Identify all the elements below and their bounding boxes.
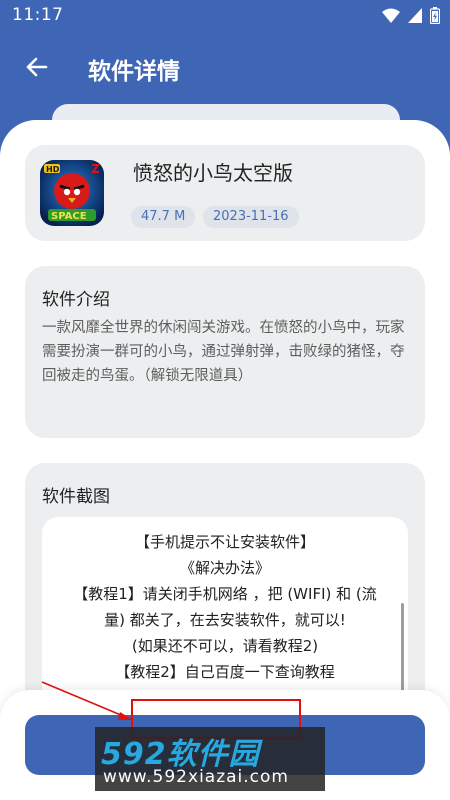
screenshots-title: 软件截图	[42, 487, 110, 507]
status-bar: 11:17	[0, 0, 450, 32]
screenshot-scrollbar[interactable]	[401, 603, 404, 703]
screenshot-line: 《解决办法》	[179, 559, 270, 577]
page-title: 软件详情	[88, 59, 180, 85]
wifi-icon	[382, 8, 400, 23]
svg-text:HD: HD	[46, 165, 60, 174]
battery-icon	[430, 7, 440, 24]
signal-icon	[408, 8, 422, 23]
app-date-badge: 2023-11-16	[203, 206, 299, 228]
back-arrow-icon[interactable]	[22, 52, 52, 82]
intro-text: 一款风靡全世界的休闲闯关游戏。在愤怒的小鸟中，玩家需要扮演一群可的小鸟，通过弹射…	[42, 320, 405, 384]
app-info-card: HD SPACE 愤怒的小鸟太空版 47.7 M 2023-11-16	[25, 145, 425, 241]
status-icons	[382, 7, 440, 24]
screenshot-line: (如果还不可以，请看教程2)	[131, 637, 319, 655]
intro-title: 软件介绍	[42, 290, 110, 310]
watermark-url: www.592xiazai.com	[103, 767, 289, 787]
app-icon: HD SPACE	[40, 160, 104, 226]
intro-card: 软件介绍 一款风靡全世界的休闲闯关游戏。在愤怒的小鸟中，玩家需要扮演一群可的小鸟…	[25, 266, 425, 438]
app-size-badge: 47.7 M	[131, 206, 196, 228]
app-bar: 软件详情	[0, 32, 450, 104]
app-name: 愤怒的小鸟太空版	[133, 161, 293, 185]
site-watermark: 592软件园 www.592xiazai.com	[95, 727, 325, 791]
screenshot-line: 量) 都关了，在去安装软件，就可以!	[104, 611, 346, 629]
status-time: 11:17	[12, 5, 64, 25]
screenshot-text: 【手机提示不让安装软件】 《解决办法》 【教程1】请关闭手机网络 ，把 (WIF…	[42, 529, 408, 685]
screenshot-line: 【手机提示不让安装软件】	[134, 533, 315, 551]
screenshot-line: 【教程1】请关闭手机网络 ，把 (WIFI) 和 (流	[73, 585, 377, 603]
svg-text:SPACE: SPACE	[51, 211, 87, 222]
annotation-arrow-icon	[41, 681, 133, 720]
angry-birds-space-icon: HD SPACE	[40, 160, 104, 226]
